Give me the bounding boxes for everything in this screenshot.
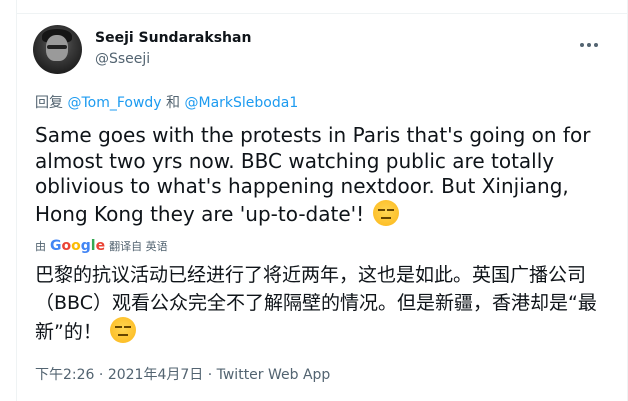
dot <box>587 43 591 47</box>
unamused-face-icon <box>372 199 399 226</box>
tweet-text: Same goes with the protests in Paris tha… <box>35 123 615 227</box>
translate-source-language[interactable]: 翻译自 英语 <box>109 238 168 254</box>
author-name[interactable]: Seeji Sundarakshan <box>95 30 251 46</box>
google-logo: Google <box>50 238 106 254</box>
dot <box>580 43 584 47</box>
separator: · <box>98 367 104 383</box>
reply-and: 和 <box>166 95 181 111</box>
author-handle[interactable]: @Sseeji <box>95 51 150 67</box>
reply-context: 回复 @Tom_Fowdy 和 @MarkSleboda1 <box>35 92 298 112</box>
top-divider <box>16 0 628 14</box>
translated-text: 巴黎的抗议活动已经进行了将近两年，这也是如此。英国广播公司（BBC）观看公众完全… <box>35 261 620 346</box>
reply-mention-2[interactable]: @MarkSleboda1 <box>184 95 298 111</box>
avatar-glasses <box>47 45 67 49</box>
tweet-metadata: 下午2:26 · 2021年4月7日 · Twitter Web App <box>35 364 330 384</box>
unamused-face-icon <box>109 317 136 343</box>
tweet-body: Same goes with the protests in Paris tha… <box>35 123 591 226</box>
dot <box>594 43 598 47</box>
more-options-icon[interactable] <box>580 32 604 47</box>
avatar[interactable] <box>33 25 82 74</box>
separator: · <box>207 367 213 383</box>
translated-by-label: 由 <box>35 240 46 253</box>
tweet-date[interactable]: 2021年4月7日 <box>108 367 203 383</box>
tweet-source[interactable]: Twitter Web App <box>217 367 331 383</box>
reply-mention-1[interactable]: @Tom_Fowdy <box>67 95 161 111</box>
tweet-time[interactable]: 下午2:26 <box>35 367 94 383</box>
translation-attribution: 由 Google 翻译自 英语 <box>35 238 168 254</box>
reply-prefix: 回复 <box>35 95 63 111</box>
